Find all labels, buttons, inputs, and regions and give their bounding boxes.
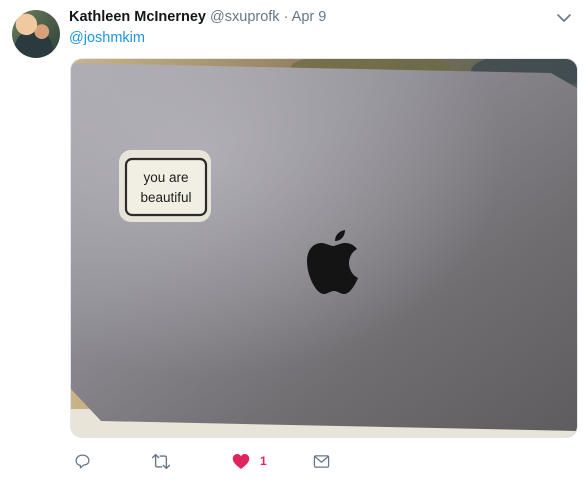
timestamp[interactable]: Apr 9 — [292, 9, 327, 25]
reply-mention[interactable]: @joshmkim — [69, 30, 145, 46]
like-button[interactable]: 1 — [232, 451, 267, 471]
retweet-button[interactable] — [151, 451, 171, 471]
chevron-down-icon[interactable] — [556, 10, 572, 26]
reply-button[interactable] — [74, 451, 91, 471]
retweet-icon — [151, 453, 171, 470]
like-count: 1 — [260, 454, 267, 468]
reply-icon — [74, 453, 91, 470]
tweet-photo[interactable]: you are beautiful — [70, 58, 578, 438]
sticker-line-2: beautiful — [140, 190, 191, 205]
sticker-line-1: you are — [143, 170, 188, 185]
heart-icon — [232, 453, 250, 470]
author-handle[interactable]: @sxuprofk — [210, 9, 280, 25]
tweet-actions: 1 — [74, 451, 474, 471]
tweet-header: Kathleen McInerney @sxuprofk · Apr 9 — [69, 9, 326, 25]
separator: · — [283, 9, 289, 25]
sticker: you are beautiful — [119, 150, 211, 222]
tweet[interactable]: Kathleen McInerney @sxuprofk · Apr 9 @jo… — [0, 0, 584, 485]
avatar[interactable] — [12, 10, 60, 58]
direct-message-button[interactable] — [313, 451, 330, 471]
author-name[interactable]: Kathleen McInerney — [69, 9, 206, 25]
direct-message-icon — [313, 454, 330, 469]
